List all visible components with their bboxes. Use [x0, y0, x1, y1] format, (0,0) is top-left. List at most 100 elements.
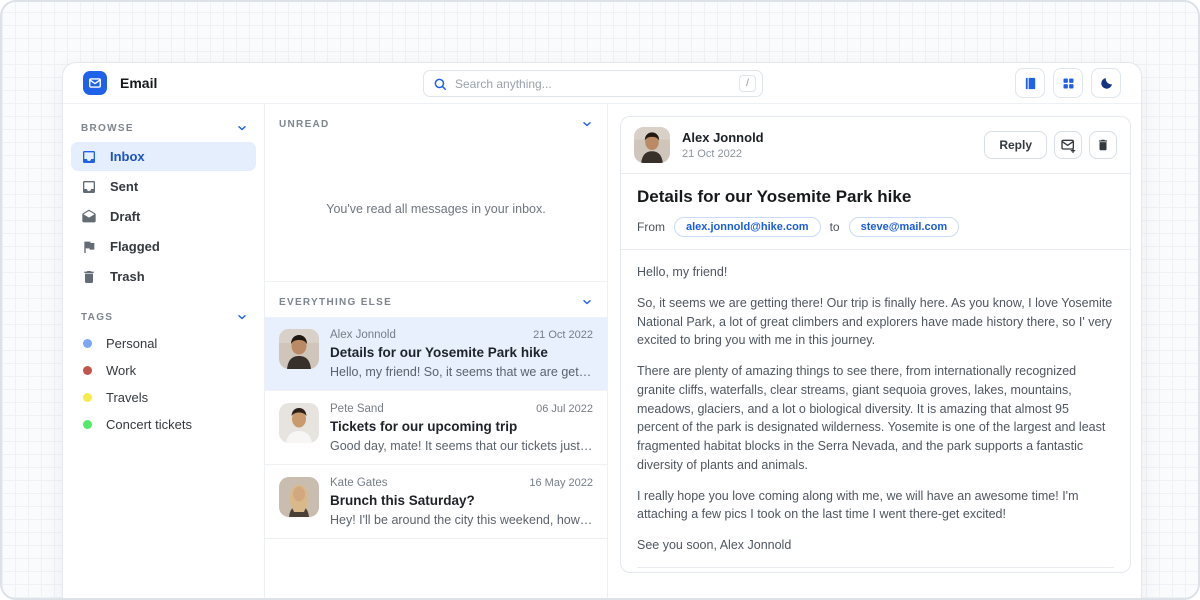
everything-else-section-header[interactable]: EVERYTHING ELSE [265, 282, 607, 317]
tags-section-header[interactable]: TAGS [71, 303, 256, 330]
outbox-icon [81, 179, 97, 195]
detail-date: 21 Oct 2022 [682, 148, 764, 160]
email-list-item-yosemite[interactable]: Alex Jonnold 21 Oct 2022 Details for our… [265, 317, 607, 391]
sidebar-item-label: Inbox [110, 149, 145, 164]
delete-email-button[interactable] [1089, 131, 1117, 159]
email-subject: Tickets for our upcoming trip [330, 419, 593, 434]
from-email-chip[interactable]: alex.jonnold@hike.com [674, 217, 821, 237]
email-paragraph: I really hope you love coming along with… [637, 487, 1114, 525]
tag-item-travels[interactable]: Travels [71, 384, 256, 411]
dark-mode-toggle[interactable] [1091, 68, 1121, 98]
email-preview: Hey! I'll be around the city this weeken… [330, 513, 593, 527]
tag-label: Personal [106, 336, 157, 351]
detail-actions: Reply [984, 131, 1117, 159]
sidebar-item-label: Draft [110, 209, 140, 224]
browse-label: BROWSE [81, 123, 134, 134]
browse-section-header[interactable]: BROWSE [71, 114, 256, 141]
email-paragraph: There are plenty of amazing things to se… [637, 362, 1114, 475]
trash-icon [1096, 138, 1110, 152]
unread-section-header[interactable]: UNREAD [265, 104, 607, 136]
email-date: 16 May 2022 [529, 477, 593, 489]
to-email-chip[interactable]: steve@mail.com [849, 217, 960, 237]
avatar [634, 127, 670, 163]
detail-subject: Details for our Yosemite Park hike [637, 187, 1114, 207]
avatar [279, 403, 319, 443]
email-body: Hello, my friend! So, it seems we are ge… [621, 250, 1130, 567]
email-paragraph: So, it seems we are getting there! Our t… [637, 294, 1114, 350]
sidebar-item-label: Trash [110, 269, 145, 284]
drafts-icon [81, 209, 97, 225]
email-paragraph: Hello, my friend! [637, 263, 1114, 282]
inbox-icon [81, 149, 97, 165]
search-icon [433, 77, 447, 91]
chevron-down-icon[interactable] [581, 118, 593, 130]
detail-from-to-row: From alex.jonnold@hike.com to steve@mail… [637, 217, 1114, 237]
flag-icon [81, 239, 97, 255]
email-app-logo [83, 71, 107, 95]
chevron-down-icon[interactable] [236, 122, 248, 134]
email-summary: Pete Sand 06 Jul 2022 Tickets for our up… [330, 403, 593, 453]
everything-else-label: EVERYTHING ELSE [279, 297, 392, 308]
app-title: Email [120, 75, 157, 91]
detail-header: Alex Jonnold 21 Oct 2022 Reply [621, 117, 1130, 173]
envelope-icon [88, 76, 102, 90]
tag-dot [83, 420, 92, 429]
email-list: Alex Jonnold 21 Oct 2022 Details for our… [265, 317, 607, 539]
email-paragraph: See you soon, Alex Jonnold [637, 536, 1114, 555]
email-sender: Pete Sand [330, 403, 384, 415]
email-list-item-brunch[interactable]: Kate Gates 16 May 2022 Brunch this Satur… [265, 465, 607, 538]
reply-button[interactable]: Reply [984, 131, 1047, 159]
tag-item-personal[interactable]: Personal [71, 330, 256, 357]
avatar [279, 477, 319, 517]
tags-section: TAGS Personal Work [71, 303, 256, 438]
header-actions [1015, 68, 1121, 98]
apps-grid-icon [1061, 76, 1076, 91]
sidebar: BROWSE Inbox [63, 104, 265, 600]
detail-sender-name: Alex Jonnold [682, 130, 764, 145]
desktop-background: Email Search anything... / [0, 0, 1200, 600]
sidebar-item-inbox[interactable]: Inbox [71, 142, 256, 171]
detail-subject-block: Details for our Yosemite Park hike From … [621, 174, 1130, 249]
email-list-column: UNREAD You've read all messages in your … [265, 104, 608, 600]
email-app-window: Email Search anything... / [62, 62, 1142, 600]
tag-item-concert-tickets[interactable]: Concert tickets [71, 411, 256, 438]
email-sender: Alex Jonnold [330, 329, 396, 341]
dark-mode-moon-icon [1099, 76, 1114, 91]
unread-empty-text: You've read all messages in your inbox. [326, 202, 545, 216]
apps-button[interactable] [1053, 68, 1083, 98]
sidebar-item-flagged[interactable]: Flagged [71, 232, 256, 261]
tag-item-work[interactable]: Work [71, 357, 256, 384]
tag-dot [83, 366, 92, 375]
email-subject: Details for our Yosemite Park hike [330, 345, 593, 360]
search-input[interactable]: Search anything... / [423, 70, 763, 97]
sidebar-item-trash[interactable]: Trash [71, 262, 256, 291]
search-shortcut-badge: / [739, 75, 756, 92]
tag-dot [83, 339, 92, 348]
chevron-down-icon[interactable] [236, 311, 248, 323]
tag-label: Travels [106, 390, 148, 405]
email-date: 21 Oct 2022 [533, 329, 593, 341]
envelope-forward-icon [1060, 137, 1076, 153]
email-summary: Kate Gates 16 May 2022 Brunch this Satur… [330, 477, 593, 527]
trash-icon [81, 269, 97, 285]
email-list-item-tickets[interactable]: Pete Sand 06 Jul 2022 Tickets for our up… [265, 391, 607, 465]
sidebar-item-draft[interactable]: Draft [71, 202, 256, 231]
main-content: BROWSE Inbox [63, 104, 1141, 600]
forward-email-button[interactable] [1054, 131, 1082, 159]
tag-dot [83, 393, 92, 402]
notebook-button[interactable] [1015, 68, 1045, 98]
email-preview: Hello, my friend! So, it seems that we a… [330, 365, 593, 379]
book-icon [1023, 76, 1038, 91]
from-label: From [637, 220, 665, 234]
email-detail-card: Alex Jonnold 21 Oct 2022 Reply [620, 116, 1131, 573]
tag-label: Concert tickets [106, 417, 192, 432]
to-label: to [830, 220, 840, 234]
avatar [279, 329, 319, 369]
sidebar-item-label: Sent [110, 179, 138, 194]
tag-label: Work [106, 363, 136, 378]
sidebar-item-sent[interactable]: Sent [71, 172, 256, 201]
chevron-down-icon[interactable] [581, 296, 593, 308]
email-detail-area: Alex Jonnold 21 Oct 2022 Reply [608, 104, 1141, 600]
email-summary: Alex Jonnold 21 Oct 2022 Details for our… [330, 329, 593, 379]
tags-label: TAGS [81, 312, 113, 323]
